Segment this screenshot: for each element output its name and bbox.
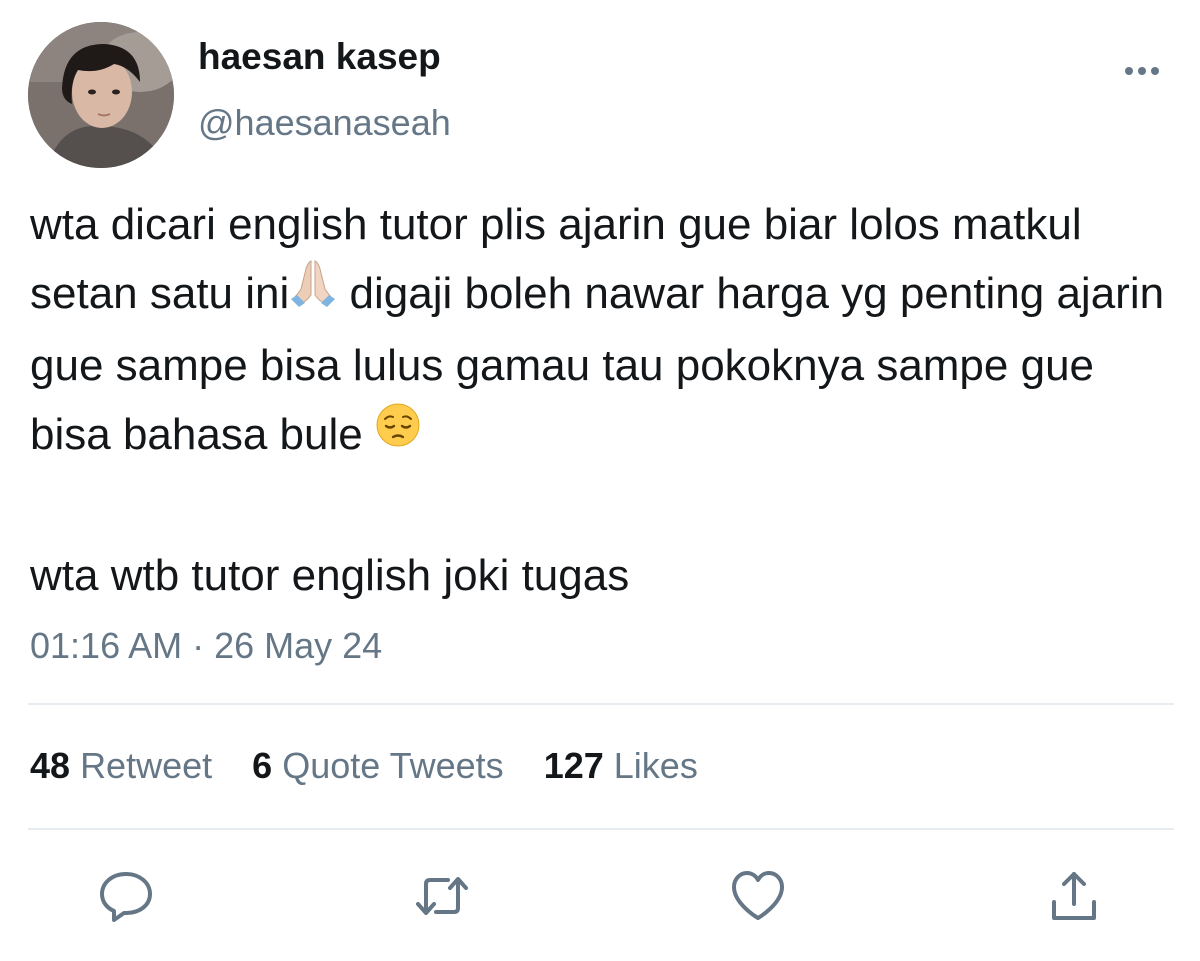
more-options-icon — [1125, 67, 1159, 75]
quote-tweets-count: 6 — [252, 745, 273, 786]
reply-button[interactable] — [96, 866, 156, 926]
share-button[interactable] — [1044, 866, 1104, 926]
tweet-timestamp[interactable]: 01:16 AM · 26 May 24 — [30, 624, 382, 668]
avatar-image — [28, 22, 174, 168]
engagement-stats: 48 Retweet 6 Quote Tweets 127 Likes — [30, 744, 728, 788]
divider-bottom — [28, 828, 1174, 830]
share-icon — [1052, 872, 1096, 920]
author-handle[interactable]: @haesanaseah — [198, 100, 451, 146]
avatar[interactable] — [28, 22, 174, 168]
author-display-name[interactable]: haesan kasep — [198, 34, 441, 80]
retweets-count: 48 — [30, 745, 71, 786]
likes-label: Likes — [613, 745, 698, 786]
tweet-paragraph-1: wta dicari english tutor plis ajarin gue… — [30, 190, 1175, 472]
reply-icon — [100, 872, 152, 922]
retweets-label: Retweet — [80, 745, 213, 786]
heart-icon — [732, 871, 784, 920]
folded-hands-icon — [289, 257, 337, 327]
retweet-button[interactable] — [412, 866, 472, 926]
pensive-face-icon — [375, 399, 421, 468]
retweets-stat[interactable]: 48 Retweet — [30, 744, 212, 788]
divider-top — [28, 703, 1174, 705]
more-options-button[interactable] — [1120, 56, 1164, 86]
likes-stat[interactable]: 127 Likes — [544, 744, 698, 788]
likes-count: 127 — [543, 745, 604, 786]
tweet-text: wta dicari english tutor plis ajarin gue… — [30, 190, 1175, 610]
like-button[interactable] — [728, 866, 788, 926]
retweet-icon — [416, 877, 468, 915]
quote-tweets-label: Quote Tweets — [282, 745, 504, 786]
quote-tweets-stat[interactable]: 6 Quote Tweets — [252, 744, 504, 788]
tweet-paragraph-2: wta wtb tutor english joki tugas — [30, 551, 630, 601]
